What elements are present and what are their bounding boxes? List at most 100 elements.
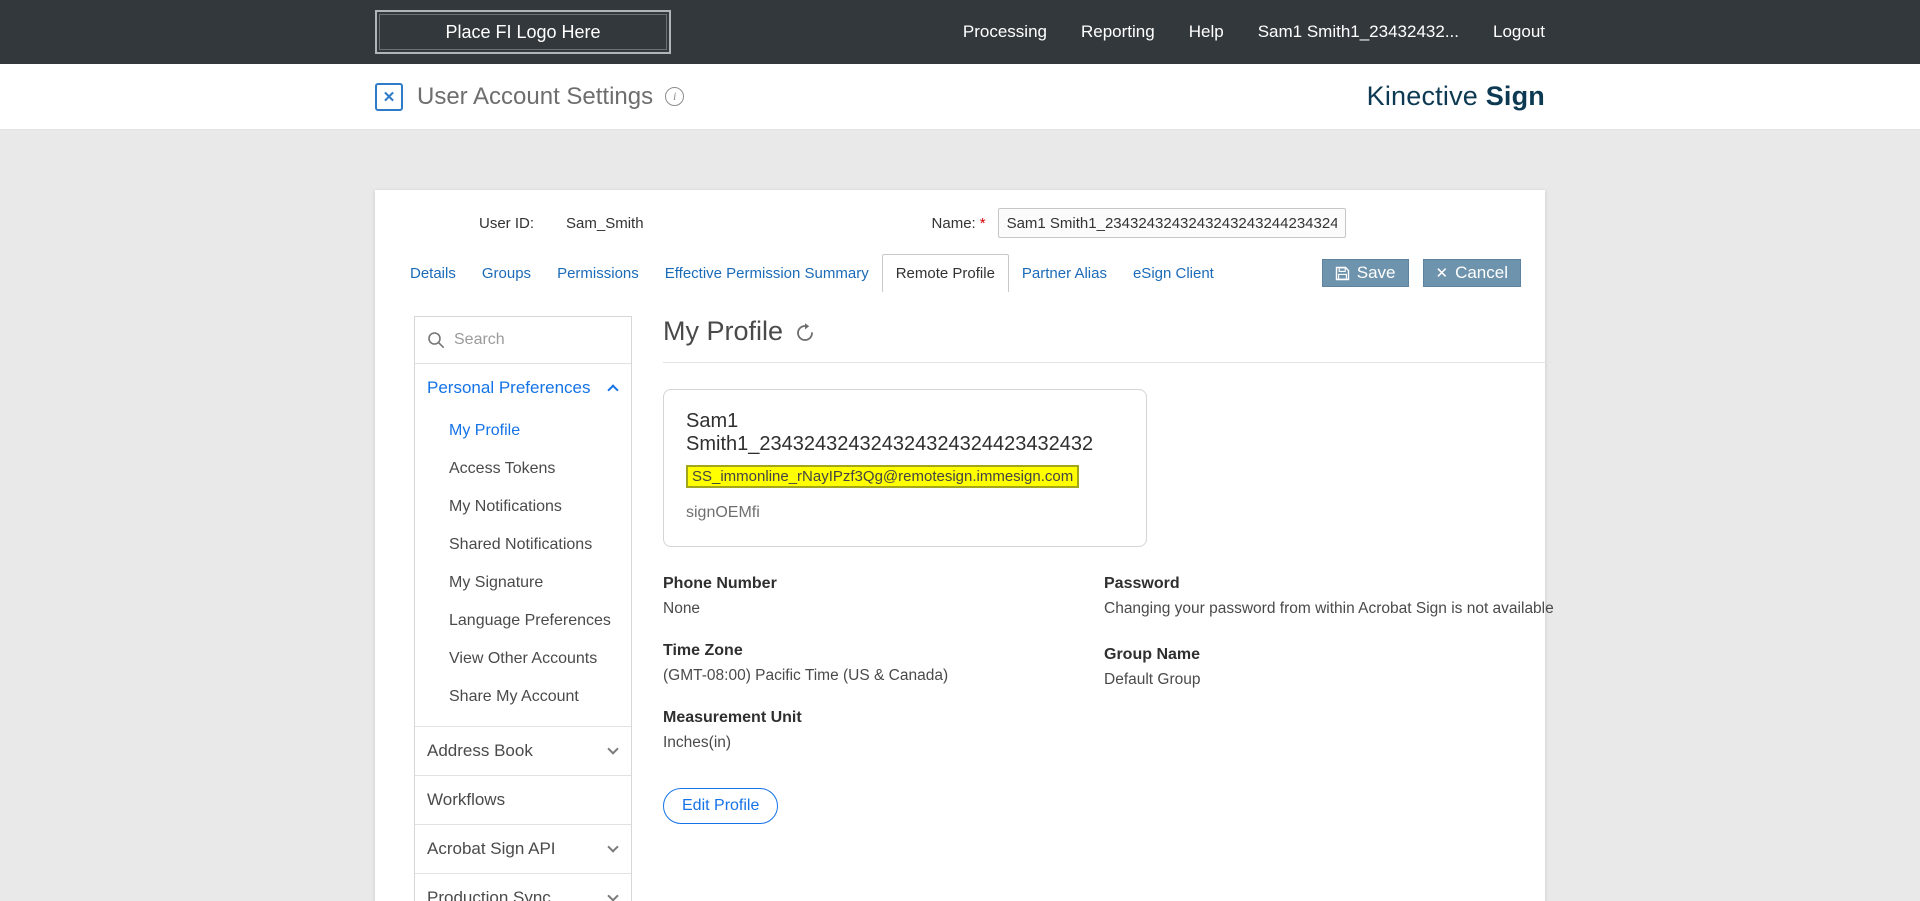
field-label: Phone Number [663,575,777,592]
user-account-panel: User ID: Sam_Smith Name: * Details Group… [375,190,1554,901]
my-profile-heading: My Profile [663,316,784,346]
chevron-up-icon [607,384,619,396]
tab-actions: Save ✕ Cancel [1321,259,1521,292]
sidebar-item-production-sync[interactable]: Production Sync [415,874,631,901]
tab-details[interactable]: Details [397,255,469,292]
nav-help[interactable]: Help [1189,22,1224,42]
search-icon [427,331,445,349]
field-label: Group Name [1104,646,1201,663]
profile-display-name: Sam1 Smith1_2343243243243243243244234324… [686,410,1094,455]
page-title: User Account Settings [417,82,654,110]
field-value: None [663,600,701,617]
account-identity-row: User ID: Sam_Smith Name: * [375,190,1545,238]
fi-logo-placeholder-label: Place FI Logo Here [445,21,601,42]
tab-permissions[interactable]: Permissions [544,255,652,292]
nav-reporting[interactable]: Reporting [1081,22,1155,42]
user-id-value: Sam_Smith [566,214,644,232]
field-value: Inches(in) [663,734,732,751]
profile-company: signOEMfi [686,504,760,521]
profile-fields: Phone Number None Time Zone (GMT-08:00) … [663,575,1554,776]
refresh-icon[interactable] [795,323,815,343]
tab-esign-client[interactable]: eSign Client [1120,255,1227,292]
field-value: Changing your password from within Acrob… [1104,600,1554,617]
sidebar-section-address-book: Address Book [415,726,631,775]
field-phone-number: Phone Number None [663,575,1104,618]
name-label: Name: [931,214,976,232]
nav-current-user[interactable]: Sam1 Smith1_23432432... [1258,22,1459,42]
sidebar-section-label: Personal Preferences [427,378,591,397]
field-value: (GMT-08:00) Pacific Time (US & Canada) [663,667,949,684]
my-profile-heading-row: My Profile [663,316,1554,347]
sidebar-search [415,317,631,363]
sidebar-item-acrobat-sign-api[interactable]: Acrobat Sign API [415,825,631,873]
profile-summary-card: Sam1 Smith1_2343243243243243243244234324… [663,389,1147,547]
sidebar-section-personal-preferences: Personal Preferences My Profile Access T… [415,363,631,726]
sidebar-item-address-book[interactable]: Address Book [415,727,631,775]
save-button-label: Save [1356,263,1396,282]
sidebar-section-acrobat-sign-api: Acrobat Sign API [415,824,631,873]
chevron-down-icon [607,743,619,755]
sidebar-item-my-profile[interactable]: My Profile [449,412,631,450]
document-sign-icon-glyph: ✕ [382,88,396,106]
profile-fields-right: Password Changing your password from wit… [1104,575,1554,776]
edit-profile-button[interactable]: Edit Profile [663,788,779,824]
nav-processing[interactable]: Processing [963,22,1047,42]
sidebar-item-share-my-account[interactable]: Share My Account [449,678,631,716]
sidebar-item-access-tokens[interactable]: Access Tokens [449,450,631,488]
search-input[interactable] [454,331,604,349]
tab-bar: Details Groups Permissions Effective Per… [375,254,1545,292]
sidebar-item-shared-notifications[interactable]: Shared Notifications [449,526,631,564]
field-time-zone: Time Zone (GMT-08:00) Pacific Time (US &… [663,642,1104,685]
brand-name: Kinective [1366,81,1478,111]
cancel-button-label: Cancel [1455,263,1508,282]
cancel-button[interactable]: ✕ Cancel [1422,259,1521,287]
tab-effective-permission-summary[interactable]: Effective Permission Summary [652,255,882,292]
brand-logo: Kinective Sign [1367,81,1545,112]
sidebar-section-workflows: Workflows [415,775,631,824]
user-id-label: User ID: [479,214,535,232]
cancel-icon: ✕ [1435,264,1449,282]
sidebar-item-personal-preferences[interactable]: Personal Preferences [415,364,631,412]
sidebar-item-view-other-accounts[interactable]: View Other Accounts [449,640,631,678]
sidebar-section-label: Acrobat Sign API [427,839,556,858]
sidebar-item-workflows[interactable]: Workflows [415,776,631,824]
profile-sidebar: Personal Preferences My Profile Access T… [414,316,632,901]
page-header: ✕ User Account Settings i Kinective Sign [0,64,1920,130]
name-input[interactable] [997,208,1346,238]
field-password: Password Changing your password from wit… [1104,575,1554,618]
field-value: Default Group [1104,671,1201,688]
chevron-down-icon [607,890,619,901]
tab-groups[interactable]: Groups [469,255,544,292]
sidebar-item-language-preferences[interactable]: Language Preferences [449,602,631,640]
top-bar: Place FI Logo Here Processing Reporting … [0,0,1920,64]
sidebar-item-my-signature[interactable]: My Signature [449,564,631,602]
info-icon-glyph: i [672,89,677,103]
personal-preferences-items: My Profile Access Tokens My Notification… [415,412,631,726]
profile-divider [663,362,1554,363]
info-icon[interactable]: i [665,87,685,106]
fi-logo-placeholder: Place FI Logo Here [375,10,671,54]
sidebar-section-label: Workflows [427,790,506,809]
brand-suffix: Sign [1485,81,1545,111]
nav-logout[interactable]: Logout [1493,22,1545,42]
field-label: Time Zone [663,642,743,659]
chevron-down-icon [607,841,619,853]
save-icon [1335,266,1350,281]
my-profile-main: My Profile Sam1 Smith1_23432432432432432… [663,316,1554,824]
required-marker: * [979,214,986,232]
tab-partner-alias[interactable]: Partner Alias [1009,255,1120,292]
sidebar-section-label: Address Book [427,741,533,760]
save-button[interactable]: Save [1321,259,1409,287]
profile-fields-left: Phone Number None Time Zone (GMT-08:00) … [663,575,1104,776]
field-group-name: Group Name Default Group [1104,646,1554,689]
sidebar-section-production-sync: Production Sync [415,873,631,901]
field-label: Password [1104,575,1180,592]
profile-email-highlighted: SS_immonline_rNayIPzf3Qg@remotesign.imme… [686,465,1080,488]
field-measurement-unit: Measurement Unit Inches(in) [663,709,1104,752]
top-nav: Processing Reporting Help Sam1 Smith1_23… [963,22,1545,42]
field-label: Measurement Unit [663,709,802,726]
tab-remote-profile[interactable]: Remote Profile [881,254,1009,292]
sidebar-section-label: Production Sync [427,888,551,901]
sidebar-item-my-notifications[interactable]: My Notifications [449,488,631,526]
remote-profile-content: Personal Preferences My Profile Access T… [375,316,1554,901]
